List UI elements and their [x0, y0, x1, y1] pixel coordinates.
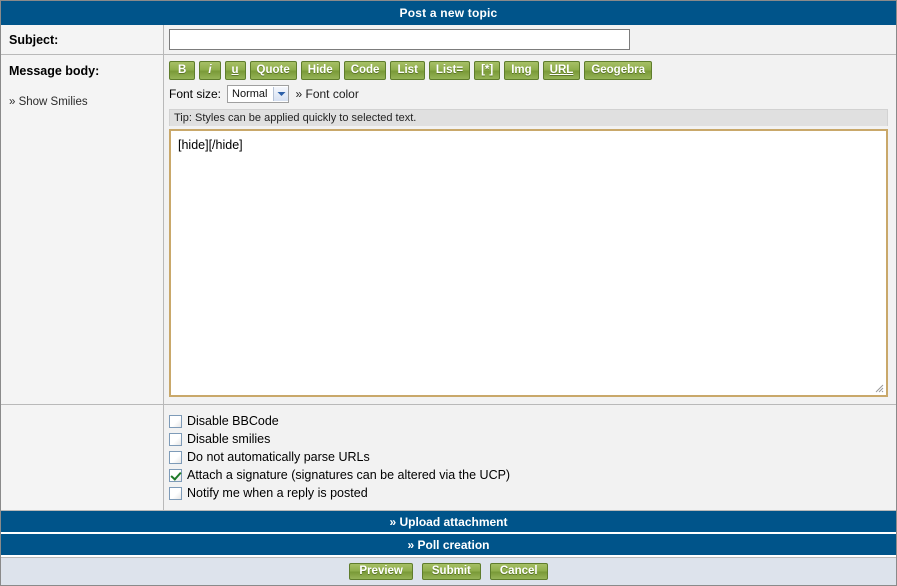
message-editor-cell: Bi u Quote Hide Code List List= [*] Img URL Geogeb… [164, 55, 896, 404]
option-line: Disable BBCode [169, 412, 888, 430]
message-textarea-wrap [169, 129, 888, 397]
option-line: Disable smilies [169, 430, 888, 448]
checkbox-attach-signature[interactable] [169, 468, 182, 482]
message-label-cell: Message body: » Show Smilies [1, 55, 164, 404]
options-list: Disable BBCode Disable smilies Do not auto… [164, 405, 896, 510]
option-label: Do not automatically parse URLs [187, 450, 370, 464]
form-actions: Preview Submit Cancel [1, 557, 896, 585]
font-color-link[interactable]: » Font color [295, 87, 358, 101]
font-size-label: Font size: [169, 87, 222, 101]
editor-tip: Tip: Styles can be applied quickly to se… [169, 109, 888, 126]
message-body-row: Message body: » Show Smilies Bi u Quote Hid… [1, 55, 896, 405]
bbcode-list-ordered-button[interactable]: List= [428, 61, 471, 80]
bbcode-italic-button[interactable]: i [199, 61, 221, 80]
option-line: Notify me when a reply is posted [169, 484, 888, 502]
post-options-row: Disable BBCode Disable smilies Do not auto… [1, 405, 896, 511]
option-label: Disable smilies [187, 432, 271, 446]
bbcode-list-item-button[interactable]: [*] [474, 61, 501, 80]
bbcode-bold-button[interactable]: B [169, 61, 196, 80]
bbcode-hide-button[interactable]: Hide [300, 61, 340, 80]
show-smilies-link[interactable]: » Show Smilies [9, 96, 163, 108]
panel-upload-attachment[interactable]: » Upload attachment [1, 511, 896, 534]
bbcode-toolbar: Bi u Quote Hide Code List List= [*] Img URL Geogeb… [169, 61, 888, 80]
checkbox-disable-magic-urls[interactable] [169, 450, 182, 464]
cancel-button[interactable]: Cancel [489, 563, 548, 580]
post-form: Post a new topic Subject: Message body: … [0, 0, 897, 586]
bbcode-underline-button[interactable]: u [224, 61, 246, 80]
chevron-down-icon [273, 87, 289, 101]
font-size-value: Normal [232, 88, 268, 100]
subject-label-cell: Subject: [1, 25, 164, 54]
bbcode-image-button[interactable]: Img [504, 61, 539, 80]
bbcode-url-button[interactable]: URL [542, 61, 581, 80]
bbcode-geogebra-button[interactable]: Geogebra [584, 61, 652, 80]
submit-button[interactable]: Submit [421, 563, 481, 580]
option-label: Disable BBCode [187, 414, 279, 428]
options-label-cell [1, 405, 164, 510]
option-label: Notify me when a reply is posted [187, 486, 368, 500]
subject-label: Subject: [9, 33, 59, 47]
subject-row: Subject: [1, 25, 896, 55]
message-body-label: Message body: [9, 64, 100, 78]
bbcode-list-button[interactable]: List [390, 61, 425, 80]
option-label: Attach a signature (signatures can be al… [187, 468, 511, 482]
page-title: Post a new topic [1, 1, 896, 25]
panel-poll-creation[interactable]: » Poll creation [1, 534, 896, 557]
subject-input[interactable] [169, 29, 630, 50]
font-size-select[interactable]: Normal [227, 85, 290, 103]
option-line: Do not automatically parse URLs [169, 448, 888, 466]
checkbox-notify-reply[interactable] [169, 486, 182, 500]
message-textarea[interactable] [169, 129, 888, 397]
checkbox-disable-bbcode[interactable] [169, 414, 182, 428]
option-line: Attach a signature (signatures can be al… [169, 466, 888, 484]
font-controls: Font size: Normal » Font color [169, 85, 888, 103]
subject-field-cell [164, 25, 896, 54]
preview-button[interactable]: Preview [349, 563, 413, 580]
bbcode-code-button[interactable]: Code [343, 61, 387, 80]
bbcode-quote-button[interactable]: Quote [249, 61, 297, 80]
checkbox-disable-smilies[interactable] [169, 432, 182, 446]
